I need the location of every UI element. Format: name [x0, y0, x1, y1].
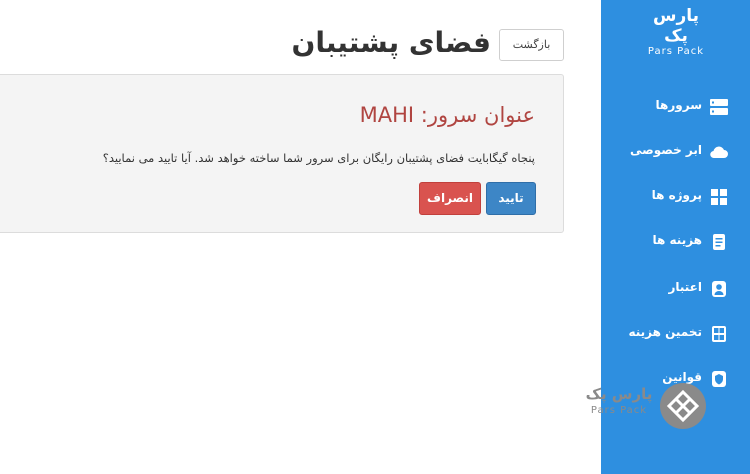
- brand-logo[interactable]: پارس پک Pars Pack: [641, 6, 711, 57]
- credit-user-icon: [709, 280, 729, 298]
- sidebar-item-servers[interactable]: سرورها: [601, 92, 750, 122]
- sidebar-item-label: سرورها: [655, 98, 702, 112]
- server-title: عنوان سرور: MAHI: [359, 103, 535, 127]
- brand-logo-en: Pars Pack: [647, 46, 705, 57]
- sidebar-item-costs[interactable]: هزینه ها: [601, 227, 750, 257]
- confirmation-message: پنجاه گیگابایت فضای پشتیبان رایگان برای …: [102, 151, 535, 165]
- sidebar-item-label: اعتبار: [668, 280, 702, 294]
- watermark-brand-fa: پارس پک: [585, 385, 653, 403]
- sidebar-item-label: پروژه ها: [651, 188, 702, 202]
- sidebar-item-credit[interactable]: اعتبار: [601, 274, 750, 304]
- page-title: فضای پشتیبان: [291, 26, 491, 59]
- sidebar-item-label: تخمین هزینه: [628, 325, 702, 339]
- calculator-icon: [709, 325, 729, 343]
- confirmation-panel: عنوان سرور: MAHI پنجاه گیگابایت فضای پشت…: [0, 74, 564, 233]
- rules-shield-icon: [709, 370, 729, 388]
- sidebar-item-label: قوانین: [662, 370, 702, 384]
- confirm-button[interactable]: تایید: [486, 182, 536, 215]
- sidebar-item-label: هزینه ها: [652, 233, 702, 247]
- cancel-button[interactable]: انصراف: [419, 182, 481, 215]
- sidebar-item-projects[interactable]: پروژه ها: [601, 182, 750, 212]
- back-button[interactable]: بازگشت: [499, 29, 564, 61]
- brand-logo-fa: پارس پک: [652, 6, 699, 46]
- watermark-logo-icon: [660, 383, 706, 429]
- watermark-brand-en: Pars Pack: [590, 405, 648, 416]
- server-icon: [709, 98, 729, 116]
- invoice-icon: [709, 233, 729, 251]
- sidebar-item-private-cloud[interactable]: ابر خصوصی: [601, 137, 750, 167]
- sidebar-item-cost-estimate[interactable]: تخمین هزینه: [601, 319, 750, 349]
- cloud-icon: [709, 143, 729, 161]
- sidebar-item-label: ابر خصوصی: [630, 143, 702, 157]
- projects-grid-icon: [709, 188, 729, 206]
